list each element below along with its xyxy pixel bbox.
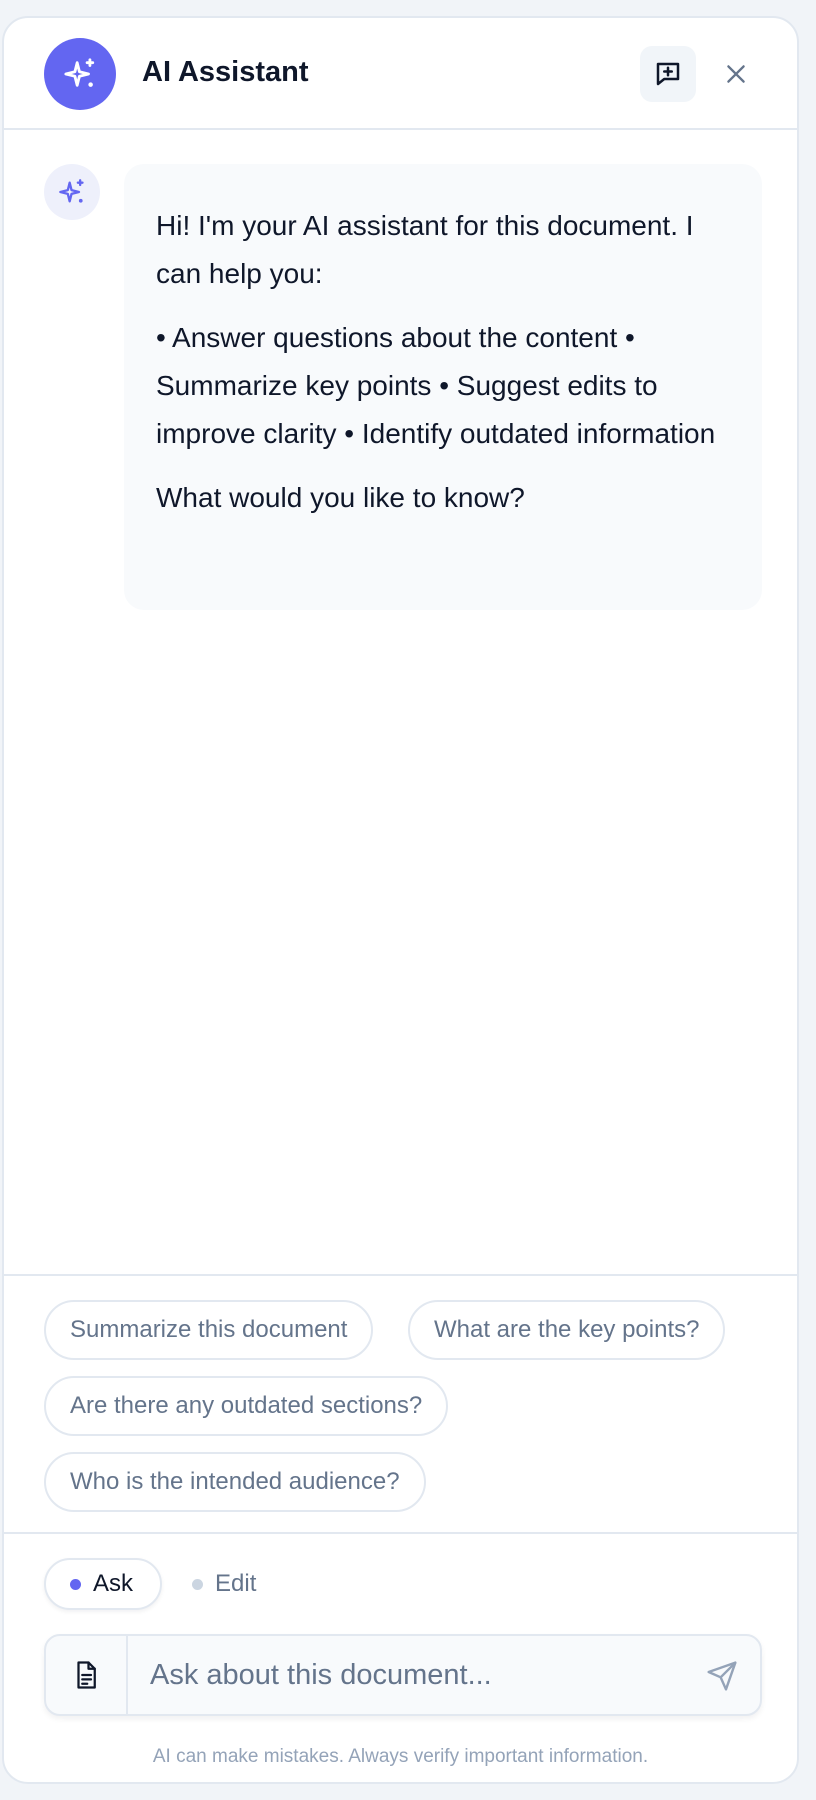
inactive-indicator (192, 1578, 203, 1590)
suggestion-chip[interactable]: What are the key points? (408, 1300, 726, 1360)
panel-title: AI Assistant (142, 56, 309, 88)
message-intro: Hi! I'm your AI assistant for this docum… (156, 210, 694, 289)
message-plus-icon (656, 62, 680, 86)
suggestion-chip[interactable]: Are there any outdated sections? (44, 1376, 449, 1436)
chat-input[interactable] (150, 1650, 690, 1700)
panel-header: AI Assistant (4, 18, 797, 130)
sparkles-icon (64, 58, 95, 87)
suggestion-chips: Summarize this document What are the key… (4, 1274, 797, 1534)
send-icon (707, 1661, 737, 1691)
message-avatar (44, 164, 100, 220)
new-chat-button[interactable] (640, 46, 696, 102)
send-button[interactable] (694, 1648, 750, 1704)
assistant-message: Hi! I'm your AI assistant for this docum… (124, 164, 762, 610)
message-question: What would you like to know? (156, 482, 525, 513)
mode-ask-toggle[interactable]: Ask (44, 1558, 162, 1610)
chat-input-box (44, 1634, 762, 1716)
mode-edit-label: Edit (215, 1570, 257, 1597)
assistant-avatar (44, 38, 116, 110)
attach-document-button[interactable] (46, 1636, 128, 1714)
sparkles-icon (59, 179, 84, 203)
mode-ask-label: Ask (93, 1570, 134, 1597)
message-capabilities: • Answer questions about the content • S… (156, 322, 716, 449)
suggestion-chip[interactable]: Who is the intended audience? (44, 1452, 426, 1512)
close-button[interactable] (708, 46, 764, 102)
active-indicator (70, 1578, 81, 1590)
mode-edit-toggle[interactable]: Edit (178, 1558, 288, 1610)
ai-disclaimer: AI can make mistakes. Always verify impo… (152, 1746, 649, 1767)
suggestion-chip[interactable]: Summarize this document (44, 1300, 374, 1360)
document-icon (77, 1661, 96, 1689)
ai-assistant-panel: AI Assistant Hi! I'm your AI assistant f… (2, 16, 799, 1784)
close-icon (727, 65, 745, 83)
